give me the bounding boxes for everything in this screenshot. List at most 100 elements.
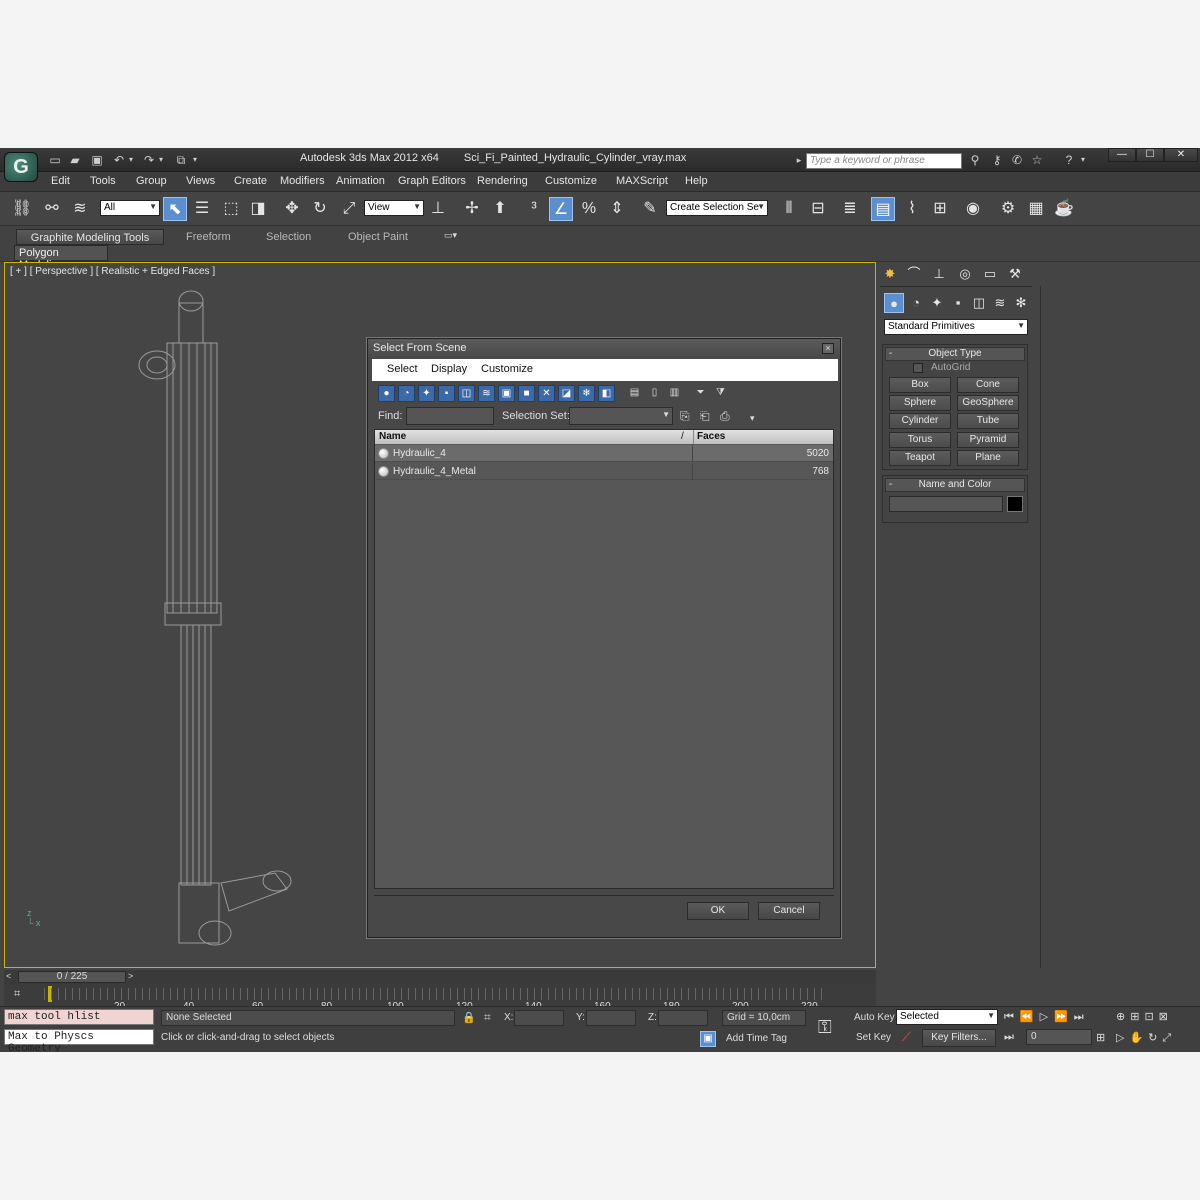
selection-set-remove-icon[interactable]: ⎗ xyxy=(700,409,710,424)
maxscript-listener-line2[interactable]: Max to Physcs Geometry xyxy=(4,1029,154,1052)
lights-category-icon[interactable]: ✦ xyxy=(927,293,947,313)
teapot-button[interactable]: Teapot xyxy=(889,450,951,466)
schematic-view-icon[interactable]: ⊞ xyxy=(928,197,952,221)
z-coordinate-field[interactable] xyxy=(658,1010,708,1026)
project-folder-icon[interactable]: ⧉ xyxy=(172,152,190,168)
y-coordinate-field[interactable] xyxy=(586,1010,636,1026)
close-window-button[interactable]: ✕ xyxy=(1164,148,1198,162)
layer-manager-icon[interactable]: ≣ xyxy=(838,197,862,221)
maximize-viewport-icon[interactable]: ⤢ xyxy=(1162,1032,1176,1044)
name-and-color-rollout-header[interactable]: - Name and Color xyxy=(885,478,1025,492)
box-button[interactable]: Box xyxy=(889,377,951,393)
unlink-icon[interactable]: ⚯ xyxy=(40,197,64,221)
auto-key-button[interactable]: Auto Key xyxy=(854,1012,895,1023)
named-selection-sets-dropdown[interactable]: Create Selection Se xyxy=(666,200,768,216)
time-slider[interactable]: < 0 / 225 > xyxy=(4,970,876,984)
systems-category-icon[interactable]: ✻ xyxy=(1011,293,1031,313)
select-and-move-icon[interactable]: ✥ xyxy=(280,197,304,221)
absolute-mode-transform-icon[interactable]: ⌗ xyxy=(484,1010,491,1025)
zoom-extents-icon[interactable]: ⊡ xyxy=(1144,1011,1158,1023)
percent-snap-icon[interactable]: % xyxy=(577,197,601,221)
plane-button[interactable]: Plane xyxy=(957,450,1019,466)
current-frame-field[interactable]: 0 xyxy=(1026,1029,1092,1045)
column-name-header[interactable]: Name xyxy=(379,431,406,442)
redo-dropdown-icon[interactable]: ▾ xyxy=(156,152,166,168)
display-geometry-icon[interactable]: ● xyxy=(378,385,395,402)
display-frozen-icon[interactable]: ❄ xyxy=(578,385,595,402)
dialog-menu-display[interactable]: Display xyxy=(431,363,467,375)
snaps-toggle-icon[interactable]: ³ xyxy=(522,197,546,221)
time-tag-icon[interactable]: ▣ xyxy=(700,1031,716,1047)
torus-button[interactable]: Torus xyxy=(889,432,951,448)
hierarchy-tab-icon[interactable]: ⊥ xyxy=(929,264,949,284)
menu-modifiers[interactable]: Modifiers xyxy=(280,175,325,187)
time-configuration-icon[interactable]: ⊞ xyxy=(1096,1031,1105,1044)
add-time-tag[interactable]: Add Time Tag xyxy=(726,1033,787,1044)
primitive-type-dropdown[interactable]: Standard Primitives xyxy=(884,319,1028,335)
zoom-extents-all-icon[interactable]: ⊠ xyxy=(1159,1011,1173,1023)
display-bones-icon[interactable]: ✕ xyxy=(538,385,555,402)
mirror-icon[interactable]: ⫴ xyxy=(777,197,801,221)
helpers-category-icon[interactable]: ◫ xyxy=(969,293,989,313)
display-helpers-icon[interactable]: ◫ xyxy=(458,385,475,402)
menu-group[interactable]: Group xyxy=(136,175,167,187)
cone-button[interactable]: Cone xyxy=(957,377,1019,393)
material-editor-icon[interactable]: ◉ xyxy=(961,197,985,221)
display-shapes-icon[interactable]: ◔ xyxy=(398,385,415,402)
tab-graphite-modeling-tools[interactable]: Graphite Modeling Tools xyxy=(16,229,164,245)
favorites-star-icon[interactable]: ☆ xyxy=(1028,152,1046,168)
cylinder-button[interactable]: Cylinder xyxy=(889,413,951,429)
geosphere-button[interactable]: GeoSphere xyxy=(957,395,1019,411)
shapes-category-icon[interactable]: ◔ xyxy=(906,293,926,313)
object-type-rollout-header[interactable]: - Object Type xyxy=(885,347,1025,361)
menu-maxscript[interactable]: MAXScript xyxy=(616,175,668,187)
sphere-button[interactable]: Sphere xyxy=(889,395,951,411)
curve-editor-icon[interactable]: ⌇ xyxy=(900,197,924,221)
pivot-center-icon[interactable]: ⊥ xyxy=(426,197,450,221)
align-icon[interactable]: ⊟ xyxy=(806,197,830,221)
selection-filter-dropdown[interactable]: All xyxy=(100,200,160,216)
search-input[interactable]: Type a keyword or phrase xyxy=(806,153,962,169)
dialog-menu-customize[interactable]: Customize xyxy=(481,363,533,375)
reference-coordinate-dropdown[interactable]: View xyxy=(364,200,424,216)
application-menu-logo[interactable]: G xyxy=(4,152,38,182)
next-frame-icon[interactable]: ⏩ xyxy=(1054,1011,1074,1023)
display-lights-icon[interactable]: ✦ xyxy=(418,385,435,402)
quick-access-dropdown-icon[interactable]: ▾ xyxy=(190,152,200,168)
open-file-icon[interactable]: ▰ xyxy=(66,152,84,168)
subscription-key-icon[interactable]: ⚷ xyxy=(988,152,1006,168)
menu-graph-editors[interactable]: Graph Editors xyxy=(398,175,466,187)
create-tab-icon[interactable]: ✸ xyxy=(880,264,900,284)
rendered-frame-window-icon[interactable]: ▦ xyxy=(1024,197,1048,221)
cancel-button[interactable]: Cancel xyxy=(758,902,820,920)
menu-edit[interactable]: Edit xyxy=(51,175,70,187)
key-mode-toggle-icon[interactable]: ⏭ xyxy=(1004,1031,1014,1044)
tube-button[interactable]: Tube xyxy=(957,413,1019,429)
list-item[interactable]: Hydraulic_4_Metal 768 xyxy=(375,463,833,480)
column-faces-header[interactable]: Faces xyxy=(697,431,725,442)
time-slider-next-icon[interactable]: > xyxy=(128,971,138,983)
space-warps-category-icon[interactable]: ≋ xyxy=(990,293,1010,313)
selection-set-add-icon[interactable]: ⎘ xyxy=(680,409,690,424)
dialog-close-button[interactable]: × xyxy=(822,343,834,354)
filter-options-icon[interactable]: ⧩ xyxy=(712,385,729,402)
edit-named-selections-icon[interactable]: ✎ xyxy=(638,197,662,221)
mini-curve-editor-icon[interactable]: ⌗ xyxy=(14,988,20,1001)
field-of-view-icon[interactable]: ▷ xyxy=(1116,1032,1129,1044)
new-file-icon[interactable]: ▭ xyxy=(46,152,64,168)
maxscript-listener-line1[interactable]: max tool hlist xyxy=(4,1009,154,1025)
default-in-out-tangent-icon[interactable]: ⟋ xyxy=(902,1029,911,1045)
tab-selection[interactable]: Selection xyxy=(260,229,317,245)
menu-help[interactable]: Help xyxy=(685,175,708,187)
key-filters-button[interactable]: Key Filters... xyxy=(922,1029,996,1047)
search-expand-icon[interactable]: ▸ xyxy=(794,152,804,168)
display-groups-icon[interactable]: ▣ xyxy=(498,385,515,402)
geometry-category-icon[interactable]: ● xyxy=(884,293,904,313)
bind-space-warp-icon[interactable]: ≋ xyxy=(68,197,92,221)
render-setup-icon[interactable]: ⚙ xyxy=(996,197,1020,221)
track-bar[interactable]: ⌗ 20 40 60 80 100 120 140 160 180 200 22… xyxy=(4,984,876,1012)
save-icon[interactable]: ▣ xyxy=(88,152,106,168)
list-item[interactable]: Hydraulic_4 5020 xyxy=(375,445,833,462)
key-mode-dropdown[interactable]: Selected xyxy=(896,1009,998,1025)
rectangular-selection-icon[interactable]: ⬚ xyxy=(219,197,243,221)
